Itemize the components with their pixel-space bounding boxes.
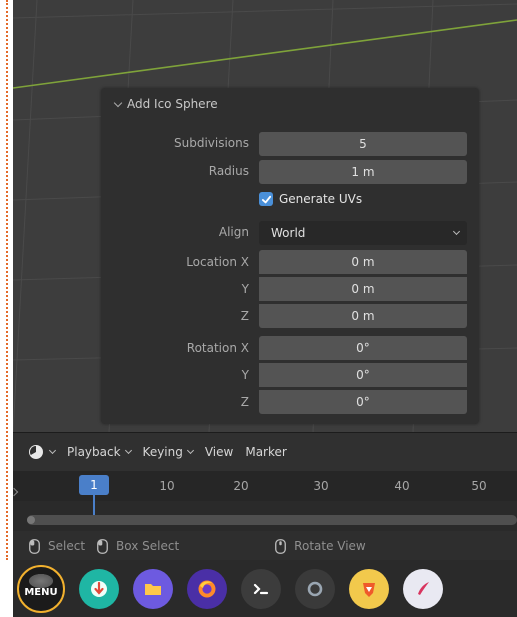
mouse-drag-icon <box>97 538 108 554</box>
status-select: Select <box>29 538 86 554</box>
radius-label: Radius <box>208 164 249 178</box>
rotation-z-label: Z <box>240 395 249 409</box>
location-x-field[interactable]: 0 m <box>259 250 467 274</box>
keying-menu-label: Keying <box>142 445 183 459</box>
operator-panel: Add Ico Sphere Subdivisions 5 Radius 1 m… <box>101 88 479 424</box>
current-frame-indicator[interactable]: 1 <box>79 475 109 495</box>
status-box-select-label: Box Select <box>116 539 180 553</box>
generate-uvs-checkbox[interactable]: Generate UVs <box>259 192 362 206</box>
terminal-icon[interactable] <box>241 568 281 609</box>
location-z-label: Z <box>240 309 249 323</box>
taskbar-dock: MENU <box>13 560 517 617</box>
generate-uvs-label: Generate UVs <box>279 192 363 206</box>
chevron-down-icon <box>124 446 132 455</box>
subdivisions-field[interactable]: 5 <box>259 132 467 156</box>
location-z-field[interactable]: 0 m <box>259 304 467 328</box>
panel-title: Add Ico Sphere <box>127 97 218 111</box>
rotation-z-field[interactable]: 0° <box>259 390 467 414</box>
playback-menu[interactable]: Playback <box>67 445 132 459</box>
chevron-down-icon <box>452 227 461 236</box>
frame-label: 50 <box>471 479 487 493</box>
rotation-y-label: Y <box>241 368 249 382</box>
subdivisions-label: Subdivisions <box>173 136 249 150</box>
mouse-left-icon <box>29 538 40 554</box>
frame-label: 20 <box>233 479 249 493</box>
3d-viewport[interactable]: Add Ico Sphere Subdivisions 5 Radius 1 m… <box>13 0 517 432</box>
rotation-x-field[interactable]: 0° <box>259 336 467 360</box>
screen: Add Ico Sphere Subdivisions 5 Radius 1 m… <box>0 0 517 617</box>
mouse-middle-icon <box>275 538 287 554</box>
chevron-down-icon <box>186 446 194 455</box>
scrollbar-handle[interactable] <box>27 516 35 524</box>
rotation-x-label: Rotation X <box>186 341 249 355</box>
frame-label: 40 <box>394 479 410 493</box>
timeline-scrollbar[interactable] <box>27 515 517 525</box>
frame-label: 30 <box>313 479 329 493</box>
align-label: Align <box>218 225 249 239</box>
system-icon[interactable] <box>295 568 335 609</box>
align-value: World <box>271 226 306 240</box>
marker-menu[interactable]: Marker <box>245 445 286 459</box>
dotted-border <box>6 0 8 560</box>
status-rotate-view-label: Rotate View <box>294 539 366 553</box>
timeline-editor: Playback Keying View Marker 1 10 20 30 4… <box>9 432 517 561</box>
panel-header[interactable]: Add Ico Sphere <box>113 96 218 112</box>
frame-label: 10 <box>159 479 175 493</box>
status-box-select: Box Select <box>97 538 180 554</box>
timeline-header: Playback Keying View Marker <box>13 433 517 471</box>
menu-button-label: MENU <box>24 587 58 598</box>
text-editor-icon[interactable] <box>403 568 443 609</box>
align-dropdown[interactable]: World <box>259 221 467 245</box>
playback-menu-label: Playback <box>67 445 121 459</box>
location-x-label: Location X <box>186 255 249 269</box>
software-center-icon[interactable] <box>79 568 119 609</box>
chevron-down-icon <box>48 446 57 455</box>
status-rotate-view: Rotate View <box>275 538 366 554</box>
status-bar: Select Box Select Rotate View <box>13 531 517 561</box>
menu-button[interactable]: MENU <box>17 564 65 613</box>
radius-field[interactable]: 1 m <box>259 160 467 184</box>
keying-menu[interactable]: Keying <box>142 445 194 459</box>
clock-icon <box>29 445 43 459</box>
location-y-label: Y <box>241 282 249 296</box>
status-select-label: Select <box>48 539 86 553</box>
checkbox-checked-icon[interactable] <box>259 192 273 206</box>
view-menu[interactable]: View <box>205 445 233 459</box>
brave-icon[interactable] <box>349 568 389 609</box>
x-axis-line <box>13 19 517 89</box>
location-y-field[interactable]: 0 m <box>259 277 467 301</box>
editor-type-button[interactable] <box>27 443 57 461</box>
firefox-icon[interactable] <box>187 568 227 609</box>
files-icon[interactable] <box>133 568 173 609</box>
rotation-y-field[interactable]: 0° <box>259 363 467 387</box>
chevron-down-icon <box>113 98 123 107</box>
frame-ruler[interactable]: 1 10 20 30 40 50 <box>13 471 517 501</box>
